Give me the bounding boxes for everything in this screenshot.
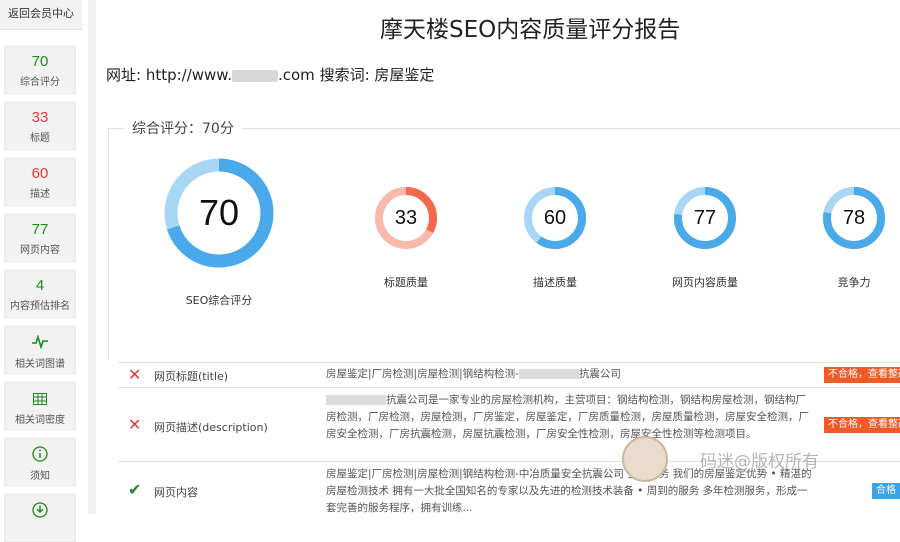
sidebar-item-related-graph[interactable]: 相关词图谱 — [4, 326, 76, 374]
pass-badge[interactable]: 合格 — [872, 483, 900, 499]
row-description: 房屋鉴定|厂房检测|房屋检测|钢结构检测-中冶质量安全抗震公司 主营业务 我们的… — [326, 468, 812, 514]
content-quality-label: 网页内容质量 — [672, 276, 738, 289]
row-name: 网页标题(title) — [154, 370, 229, 383]
redacted-text — [326, 395, 386, 405]
sidebar-item-label: 标题 — [30, 133, 50, 144]
redacted-domain — [231, 69, 278, 82]
title-score-value: 33 — [31, 109, 49, 126]
row-description: 房屋鉴定|厂房检测|房屋检测|钢结构检测- 抗震公司 — [326, 366, 816, 383]
sidebar: 返回会员中心 70 综合评分 33 标题 60 描述 77 网页内容 4 内容预… — [0, 0, 82, 542]
download-icon — [5, 502, 75, 520]
sidebar-item-title[interactable]: 33 标题 — [4, 102, 76, 150]
title-quality-ring: 33 — [374, 186, 438, 250]
row-description: 抗震公司是一家专业的房屋检测机构，主营项目：钢结构检测，钢结构房屋检测，钢结构厂… — [326, 392, 816, 443]
content-quality-value: 77 — [693, 206, 717, 229]
main-score-value: 70 — [198, 192, 240, 233]
sidebar-item-label: 综合评分 — [20, 77, 60, 88]
competitiveness-value: 78 — [842, 206, 866, 229]
sidebar-item-download[interactable] — [4, 494, 76, 542]
row-name: 网页内容 — [154, 486, 198, 499]
url-suffix: .com — [277, 66, 315, 84]
cross-icon: ✕ — [128, 365, 142, 384]
watermark-text: 码迷@版权所有 — [700, 452, 819, 472]
desc-text: 抗震公司 — [578, 368, 621, 380]
sidebar-item-label: 相关词密度 — [15, 415, 65, 426]
sidebar-item-page-content[interactable]: 77 网页内容 — [4, 214, 76, 262]
watermark-avatar — [622, 436, 668, 482]
sidebar-item-rank-estimate[interactable]: 4 内容预估排名 — [4, 270, 76, 318]
competitiveness-label: 竞争力 — [837, 276, 871, 289]
redacted-text — [518, 369, 579, 379]
back-to-member-center-link[interactable]: 返回会员中心 — [0, 0, 82, 30]
description-score-value: 60 — [31, 165, 49, 182]
content-score-value: 77 — [31, 221, 49, 238]
title-quality-label: 标题质量 — [384, 276, 428, 289]
main-score-ring: 70 — [163, 157, 275, 269]
table-row: ✕ 网页标题(title) 房屋鉴定|厂房检测|房屋检测|钢结构检测- 抗震公司 … — [118, 362, 900, 388]
sidebar-item-label: 网页内容 — [20, 245, 60, 256]
sidebar-item-related-density[interactable]: 相关词密度 — [4, 382, 76, 430]
sidebar-scrollbar[interactable] — [88, 0, 96, 514]
sidebar-item-notice[interactable]: 须知 — [4, 438, 76, 486]
rank-estimate-value: 4 — [35, 277, 45, 294]
title-quality-value: 33 — [394, 206, 418, 229]
sidebar-item-label: 相关词图谱 — [15, 359, 65, 370]
fix-badge[interactable]: 不合格，查看整改 — [824, 417, 900, 433]
main-score-label: SEO综合评分 — [185, 294, 253, 307]
pulse-icon — [5, 334, 75, 352]
keyword-label: 搜索词: 房屋鉴定 — [319, 66, 435, 84]
score-section-legend: 综合评分：70分 — [124, 118, 242, 138]
description-quality-ring: 60 — [523, 186, 587, 250]
desc-text: 抗震公司是一家专业的房屋检测机构，主营项目：钢结构检测，钢结构房屋检测，钢结构厂… — [326, 394, 809, 440]
check-icon: ✔ — [128, 480, 142, 499]
sidebar-item-label: 内容预估排名 — [10, 301, 70, 312]
row-name: 网页描述(description) — [154, 421, 268, 434]
sidebar-item-description[interactable]: 60 描述 — [4, 158, 76, 206]
description-quality-label: 描述质量 — [533, 276, 577, 289]
url-and-keyword: 网址: http://www. .com 搜索词: 房屋鉴定 — [106, 64, 434, 85]
competitiveness-ring: 78 — [822, 186, 886, 250]
content-quality-ring: 77 — [673, 186, 737, 250]
sidebar-item-label: 描述 — [30, 189, 50, 200]
description-quality-value: 60 — [543, 206, 567, 229]
page-title: 摩天楼SEO内容质量评分报告 — [380, 17, 681, 43]
desc-text: 房屋鉴定|厂房检测|房屋检测|钢结构检测- — [326, 368, 519, 380]
url-prefix: 网址: http://www. — [106, 66, 232, 84]
fix-badge[interactable]: 不合格，查看整改 — [824, 367, 900, 383]
sidebar-item-overall-score[interactable]: 70 综合评分 — [4, 46, 76, 94]
grid-icon — [5, 390, 75, 408]
sidebar-item-label: 须知 — [30, 471, 50, 482]
overall-score-value: 70 — [31, 53, 49, 70]
cross-icon: ✕ — [128, 415, 142, 434]
info-icon — [5, 446, 75, 464]
